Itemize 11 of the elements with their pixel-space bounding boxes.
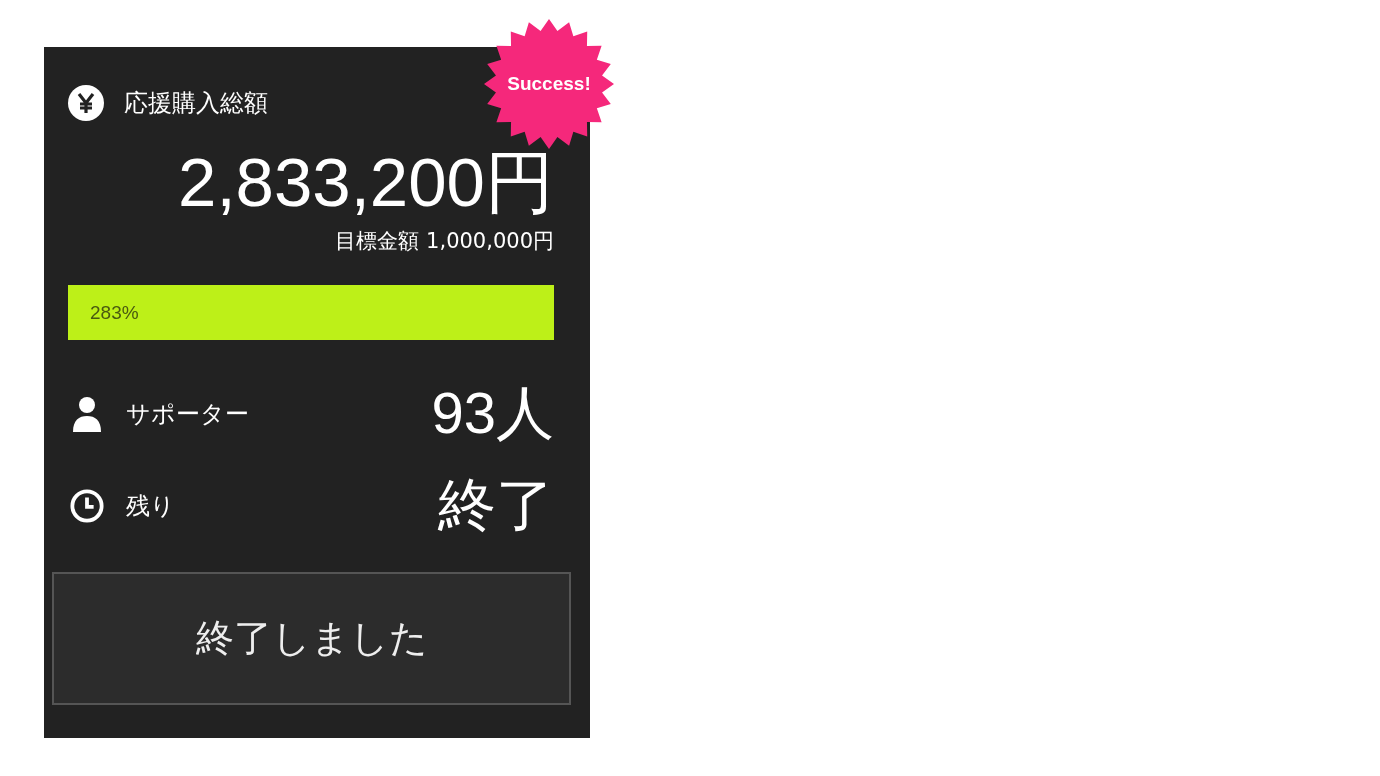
stat-label: サポーター [126,399,250,430]
person-icon [70,396,104,432]
stat-value: 終了 [438,471,554,539]
stat-label: 残り [126,491,176,522]
total-label: 応援購入総額 [124,88,268,119]
yen-icon [68,85,104,121]
stat-value: 93人 [431,379,554,447]
progress-percent: 283% [89,301,139,324]
goal-amount: 目標金額 1,000,000円 [334,228,554,255]
clock-icon [70,488,104,524]
success-badge: Success! [484,19,614,149]
